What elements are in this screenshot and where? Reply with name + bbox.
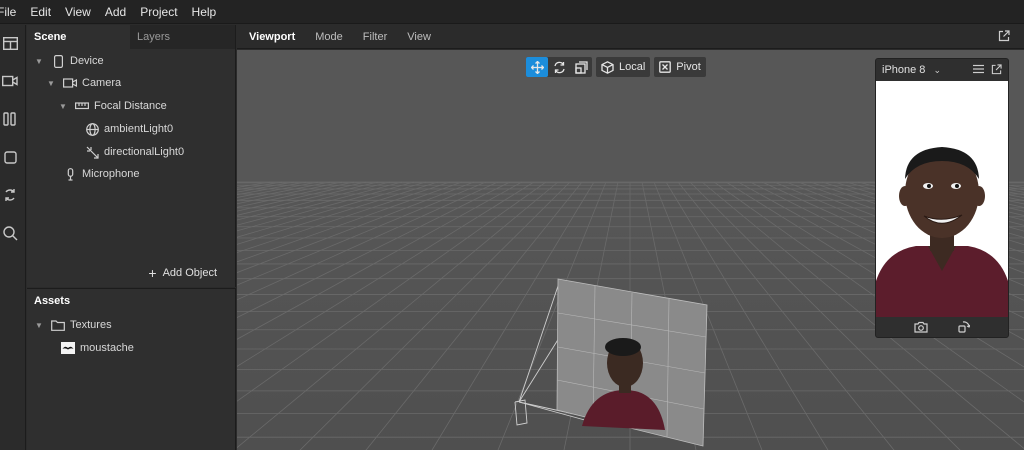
tab-filter[interactable]: Filter — [363, 31, 387, 43]
tab-mode[interactable]: Mode — [315, 31, 343, 43]
layout-icon[interactable] — [0, 33, 20, 53]
tree-label-microphone: Microphone — [82, 168, 140, 180]
tree-label-device: Device — [70, 55, 104, 67]
sync-icon[interactable] — [0, 185, 20, 205]
camera-icon — [63, 76, 77, 90]
tree-item-device[interactable]: ▼ Device — [35, 51, 104, 71]
menu-add[interactable]: Add — [105, 5, 126, 19]
popout-icon[interactable] — [998, 30, 1010, 45]
tree-label-directional-light: directionalLight0 — [104, 146, 185, 158]
left-toolbar — [0, 25, 26, 450]
viewport-header: Viewport Mode Filter View — [237, 25, 1024, 49]
menu-project[interactable]: Project — [140, 5, 177, 19]
folder-icon — [51, 318, 65, 332]
phone-icon — [51, 54, 65, 68]
local-label: Local — [619, 61, 646, 73]
tree-item-focal-distance[interactable]: ▼ Focal Distance — [59, 96, 167, 116]
caret-down-icon[interactable]: ▼ — [35, 321, 45, 330]
preview-screen — [876, 81, 1008, 317]
video-icon[interactable] — [0, 71, 20, 91]
menu-bar: File Edit View Add Project Help — [0, 0, 1024, 24]
scene-panel: Scene Layers ▼ Device ▼ Camera ▼ Focal D… — [27, 25, 236, 287]
globe-icon — [85, 122, 99, 136]
tree-item-textures[interactable]: ▼ Textures — [35, 315, 112, 335]
directional-light-icon — [85, 145, 99, 159]
tree-item-moustache[interactable]: moustache — [61, 338, 134, 358]
caret-down-icon[interactable]: ▼ — [35, 57, 45, 66]
search-icon[interactable] — [0, 223, 20, 243]
rotate-tool-button[interactable] — [548, 57, 570, 77]
tree-label-focal-distance: Focal Distance — [94, 100, 167, 112]
tree-label-camera: Camera — [82, 77, 122, 89]
assets-title: Assets — [34, 295, 71, 307]
caret-down-icon[interactable]: ▼ — [47, 79, 57, 88]
menu-file[interactable]: File — [0, 5, 16, 19]
caret-down-icon[interactable]: ▼ — [59, 102, 69, 111]
popout-icon[interactable] — [991, 64, 1002, 78]
assets-panel: Assets ▼ Textures moustache — [27, 288, 236, 450]
tree-label-textures: Textures — [70, 319, 112, 331]
local-button[interactable]: Local — [596, 57, 651, 77]
menu-view[interactable]: View — [65, 5, 91, 19]
tree-item-camera[interactable]: ▼ Camera — [47, 73, 121, 93]
move-tool-button[interactable] — [526, 57, 548, 77]
scale-tool-button[interactable] — [570, 57, 592, 77]
pivot-icon — [659, 61, 672, 73]
tree-label-moustache: moustache — [80, 342, 134, 354]
add-object-button[interactable]: + Add Object — [148, 265, 217, 281]
tree-label-ambient-light: ambientLight0 — [104, 123, 174, 135]
square-icon[interactable] — [0, 147, 20, 167]
device-preview: iPhone 8 ⌄ — [875, 58, 1009, 338]
face-preview-image — [876, 81, 1008, 317]
transform-mode-group — [526, 57, 592, 77]
chevron-down-icon[interactable]: ⌄ — [933, 65, 941, 76]
tree-item-ambient-light[interactable]: ambientLight0 — [85, 119, 173, 139]
tab-scene[interactable]: Scene — [27, 25, 130, 49]
device-select[interactable]: iPhone 8 — [882, 64, 925, 76]
rotate-device-icon[interactable] — [958, 320, 971, 336]
tab-layers[interactable]: Layers — [130, 25, 233, 49]
cube-icon — [601, 60, 614, 74]
menu-help[interactable]: Help — [192, 5, 217, 19]
scene-tabs: Scene Layers — [27, 25, 235, 49]
tree-item-directional-light[interactable]: directionalLight0 — [85, 142, 184, 162]
pivot-button[interactable]: Pivot — [654, 57, 706, 77]
menu-icon[interactable] — [973, 64, 984, 77]
pivot-label: Pivot — [676, 61, 701, 73]
preview-footer — [876, 317, 1008, 339]
preview-header: iPhone 8 ⌄ — [876, 59, 1008, 81]
add-object-label: Add Object — [162, 267, 217, 279]
screenshot-icon[interactable] — [914, 321, 928, 336]
columns-icon[interactable] — [0, 109, 20, 129]
moustache-icon — [61, 342, 75, 354]
tree-item-microphone[interactable]: Microphone — [63, 164, 139, 184]
tab-view[interactable]: View — [407, 31, 431, 43]
tab-viewport[interactable]: Viewport — [249, 31, 295, 43]
ruler-icon — [75, 99, 89, 113]
microphone-icon — [63, 167, 77, 181]
plus-icon: + — [148, 265, 157, 281]
gizmo-toolbar: Local Pivot — [526, 57, 706, 77]
menu-edit[interactable]: Edit — [30, 5, 51, 19]
